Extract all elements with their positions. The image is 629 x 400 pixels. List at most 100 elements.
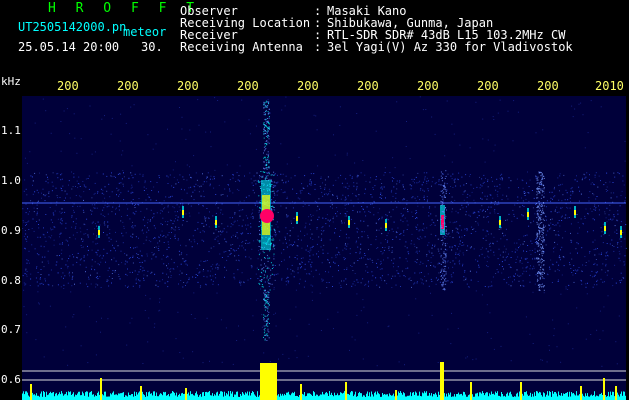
noise-pixel [459, 254, 460, 256]
meter-bar [541, 395, 542, 400]
meter-bar [413, 392, 414, 400]
noise-pixel [392, 239, 394, 240]
meter-bar [336, 395, 337, 400]
noise-pixel [393, 178, 395, 179]
noise-pixel [371, 259, 373, 261]
meter-bar [368, 396, 369, 400]
noise-pixel [478, 255, 480, 257]
noise-pixel [594, 204, 596, 206]
noise-pixel [144, 216, 145, 218]
noise-pixel [601, 252, 602, 254]
noise-pixel [215, 204, 216, 206]
noise-pixel [520, 244, 521, 246]
noise-pixel [43, 234, 45, 236]
echo-pixel [259, 239, 261, 241]
noise-pixel [182, 357, 184, 359]
noise-pixel [452, 187, 454, 188]
echo-pixel [270, 262, 272, 264]
meter-spike [520, 382, 522, 400]
noise-pixel [322, 231, 324, 233]
noise-pixel [395, 197, 397, 199]
echo-pixel [537, 284, 539, 286]
noise-pixel [379, 196, 381, 198]
noise-pixel [174, 237, 176, 239]
meter-bar [255, 395, 256, 400]
noise-pixel [297, 272, 299, 274]
noise-pixel [36, 266, 38, 268]
noise-pixel [403, 198, 405, 200]
noise-pixel [545, 219, 547, 221]
noise-pixel [83, 223, 85, 225]
noise-pixel [493, 251, 495, 253]
noise-pixel [44, 278, 46, 280]
meter-bar [175, 395, 176, 400]
x-tick-9: 200 [537, 79, 559, 93]
echo-pixel [268, 173, 270, 175]
noise-pixel [120, 220, 122, 222]
noise-pixel [253, 175, 255, 177]
ping [215, 220, 217, 225]
meter-bar [366, 393, 367, 400]
noise-pixel [106, 175, 108, 177]
meter-bar [119, 393, 120, 400]
noise-pixel [531, 250, 533, 251]
noise-pixel [281, 279, 283, 281]
noise-pixel [566, 192, 568, 194]
noise-pixel [291, 245, 293, 247]
echo-pixel [538, 204, 540, 206]
noise-pixel [425, 109, 427, 110]
noise-pixel [273, 287, 275, 289]
echo-pixel [440, 240, 442, 241]
noise-pixel [484, 195, 486, 197]
noise-pixel [545, 234, 547, 236]
noise-pixel [322, 252, 324, 254]
noise-pixel [579, 227, 580, 229]
meter-bar [447, 396, 448, 400]
noise-pixel [464, 228, 466, 230]
noise-pixel [567, 289, 569, 290]
noise-pixel [123, 225, 125, 227]
echo-pixel [264, 257, 266, 259]
noise-pixel [79, 282, 81, 284]
noise-pixel [559, 225, 561, 227]
noise-pixel [594, 176, 596, 178]
noise-pixel [316, 253, 318, 255]
noise-pixel [416, 228, 418, 230]
echo-pixel [267, 113, 269, 115]
meter-bar [472, 394, 473, 400]
echo-pixel [539, 271, 541, 273]
noise-pixel [183, 282, 185, 283]
noise-pixel [470, 233, 472, 234]
noise-pixel [38, 224, 39, 225]
noise-pixel [136, 246, 138, 248]
noise-pixel [153, 225, 155, 227]
noise-pixel [203, 261, 205, 262]
echo-pixel [259, 279, 261, 281]
echo-pixel [270, 274, 272, 276]
noise-pixel [83, 233, 85, 235]
echo-pixel [271, 181, 273, 183]
echo-pixel [538, 210, 540, 212]
noise-pixel [346, 211, 348, 212]
noise-pixel [132, 255, 134, 257]
noise-pixel [157, 242, 159, 244]
meter-bar [207, 392, 208, 400]
noise-pixel [310, 266, 312, 268]
noise-pixel [60, 179, 62, 181]
noise-pixel [533, 197, 535, 199]
echo-pixel [260, 280, 262, 282]
noise-pixel [415, 200, 417, 202]
noise-pixel [612, 218, 614, 220]
noise-pixel [148, 317, 150, 319]
echo-pixel [263, 336, 264, 338]
noise-pixel [464, 190, 466, 192]
meter-bar [317, 394, 318, 400]
noise-pixel [27, 208, 29, 210]
echo-pixel [543, 229, 545, 231]
noise-pixel [447, 280, 449, 282]
noise-pixel [434, 183, 436, 185]
noise-pixel [576, 214, 578, 215]
meter-bar [538, 393, 539, 400]
noise-pixel [97, 242, 99, 244]
echo-pixel [444, 249, 446, 251]
